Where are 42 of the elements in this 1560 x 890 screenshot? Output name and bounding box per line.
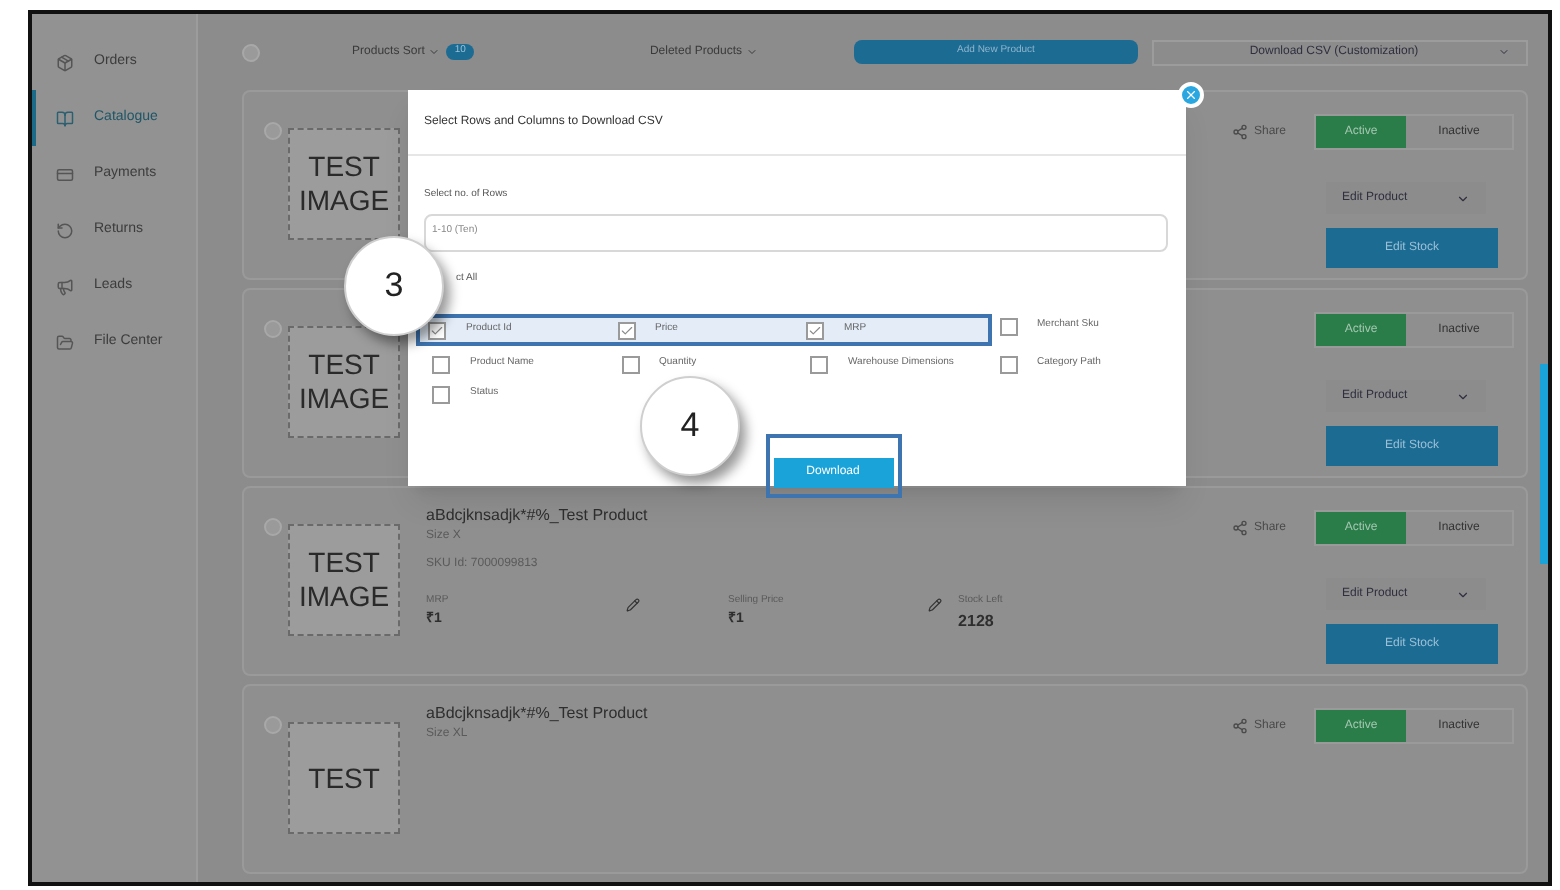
- share-icon: [1231, 520, 1248, 536]
- checkbox[interactable]: [810, 355, 828, 373]
- checkbox[interactable]: [999, 317, 1017, 335]
- caret-icon: [1456, 587, 1470, 601]
- image-text: TEST: [308, 761, 380, 795]
- menu-icon: [56, 333, 74, 351]
- checkbox[interactable]: [806, 321, 824, 339]
- checkbox[interactable]: [264, 716, 283, 734]
- caret-icon: [1456, 389, 1470, 403]
- menu-icon: [56, 53, 74, 71]
- checkbox[interactable]: [428, 321, 446, 339]
- menu-icon: [56, 165, 74, 183]
- menu-icon: [56, 221, 74, 239]
- menu-icon: [56, 109, 74, 127]
- image-text: TEST IMAGE: [296, 546, 392, 614]
- menu-icon: [56, 277, 74, 295]
- checkbox[interactable]: [264, 122, 283, 140]
- caret-icon: [1498, 46, 1510, 58]
- close-icon: [1184, 88, 1198, 102]
- product-title: aBdcjknsadjk*#%_Test Product: [426, 702, 650, 726]
- checkbox[interactable]: [617, 321, 635, 339]
- image-text: TEST IMAGE: [296, 348, 392, 416]
- checkbox[interactable]: [264, 320, 283, 338]
- checkbox[interactable]: [999, 355, 1017, 373]
- product-title: aBdcjknsadjk*#%_Test Product: [426, 504, 650, 528]
- caret-icon: [428, 46, 441, 58]
- caret-icon: [1456, 191, 1470, 205]
- checkbox[interactable]: [432, 355, 450, 373]
- stock-value: 2128: [958, 609, 996, 633]
- checkbox[interactable]: [264, 518, 283, 536]
- share-icon: [1231, 124, 1248, 140]
- checkbox[interactable]: [432, 385, 450, 403]
- check-icon: [808, 323, 822, 337]
- checkbox[interactable]: [242, 43, 261, 61]
- pencil-icon[interactable]: [928, 598, 943, 612]
- check-icon: [430, 323, 444, 337]
- caret-icon: [746, 46, 758, 58]
- image-text: TEST IMAGE: [296, 150, 392, 218]
- share-icon: [1231, 718, 1248, 734]
- pencil-icon[interactable]: [626, 598, 641, 612]
- checkbox[interactable]: [621, 355, 639, 373]
- check-icon: [619, 323, 633, 337]
